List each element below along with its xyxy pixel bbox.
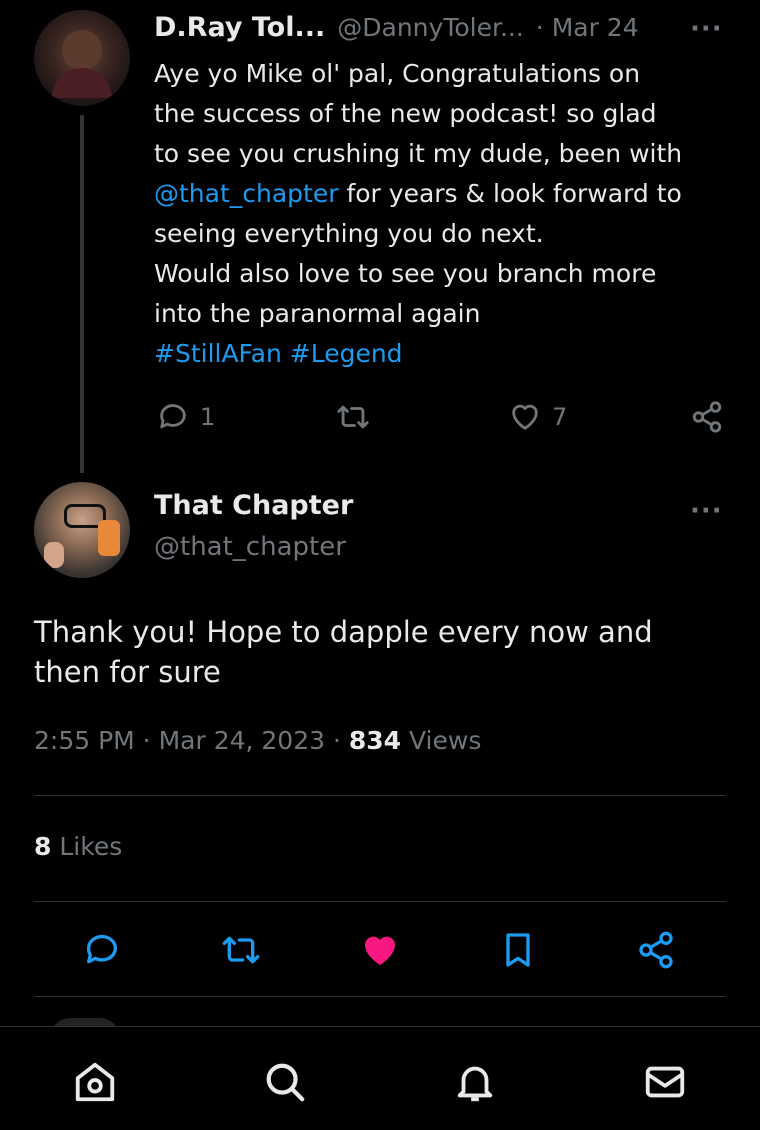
bottom-nav [0,1026,760,1130]
reply-more-button[interactable]: ··· [690,14,723,44]
reply-reply-button[interactable]: 1 [156,400,215,434]
main-share-button[interactable] [636,930,676,970]
nav-notifications[interactable] [452,1059,498,1105]
main-text: Thank you! Hope to dapple every now and … [34,615,653,689]
reply-count: 1 [200,403,216,431]
hashtags[interactable]: #StillAFan #Legend [154,334,744,374]
main-display-name[interactable]: That Chapter [154,490,353,521]
mention-link[interactable]: @that_chapter [154,179,339,208]
reply-like-count: 7 [552,403,568,431]
reply-retweet-button[interactable] [334,400,372,434]
divider [34,901,726,902]
reply-like-button[interactable]: 7 [508,400,567,434]
likes-count: 8 [34,832,52,861]
comment-icon [156,400,190,434]
main-bookmark-button[interactable] [498,930,538,970]
search-icon [262,1059,308,1105]
retweet-icon [218,930,264,970]
retweet-icon [334,400,372,434]
reply-display-name[interactable]: D.Ray Tol... [154,12,325,43]
bookmark-icon [498,930,538,970]
views-label: Views [401,726,482,755]
share-icon [636,930,676,970]
home-icon [72,1059,118,1105]
bell-icon [452,1059,498,1105]
likes-summary[interactable]: 8 Likes [34,832,122,861]
reply-avatar[interactable] [34,10,130,106]
reply-handle[interactable]: @DannyToler... [337,13,524,42]
thread-line [80,115,84,473]
reply-date[interactable]: · Mar 24 [536,13,639,42]
main-like-button[interactable] [360,930,400,970]
tweet-metadata: 2:55 PM · Mar 24, 2023 · 834 Views [34,726,481,755]
reply-text: Aye yo Mike ol' pal, Congratulations on … [154,54,744,374]
main-retweet-button[interactable] [218,930,264,970]
views-count: 834 [348,726,402,755]
timestamp[interactable]: 2:55 PM · Mar 24, 2023 · [34,726,349,755]
share-icon [690,400,724,434]
likes-label: Likes [51,832,123,861]
nav-home[interactable] [72,1059,118,1105]
comment-icon [82,930,122,970]
heart-outline-icon [508,400,542,434]
nav-messages[interactable] [642,1059,688,1105]
nav-search[interactable] [262,1059,308,1105]
envelope-icon [642,1059,688,1105]
main-avatar[interactable] [34,482,130,578]
main-more-button[interactable]: ··· [690,496,723,526]
main-reply-button[interactable] [82,930,122,970]
reply-share-button[interactable] [690,400,724,434]
heart-filled-icon [360,930,400,970]
divider [34,996,726,997]
divider [34,795,726,796]
main-handle[interactable]: @that_chapter [154,532,346,562]
